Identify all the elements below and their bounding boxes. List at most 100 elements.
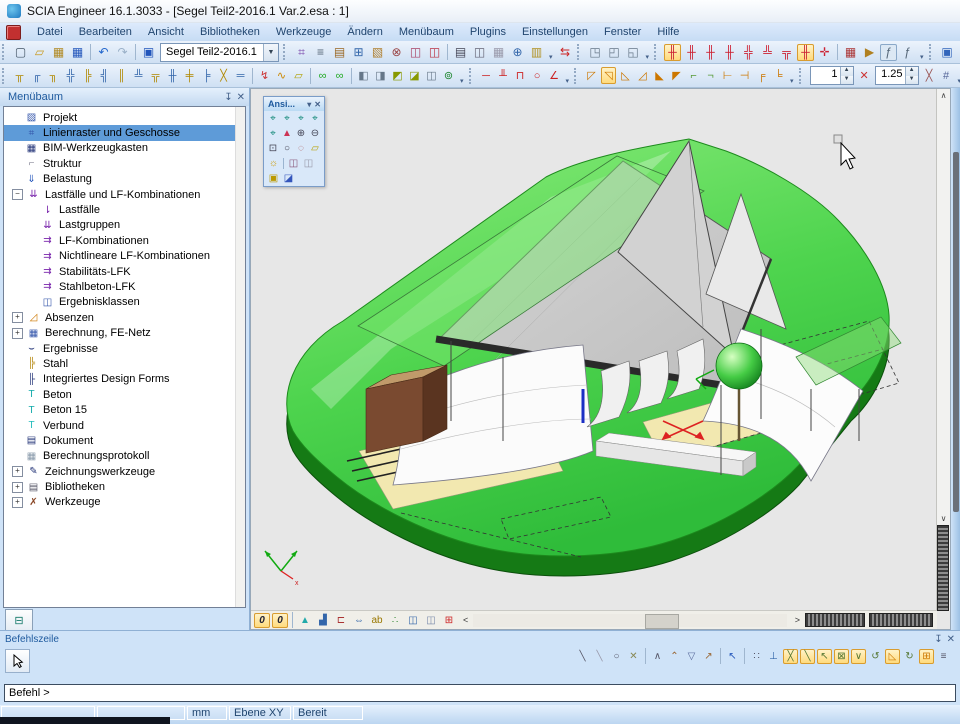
close-icon[interactable]: ✕	[947, 634, 955, 645]
menu-plugins[interactable]: Plugins	[462, 24, 514, 40]
picture-gallery-icon[interactable]: ▦	[490, 44, 507, 61]
scroll-down-icon[interactable]: ∨	[937, 512, 950, 525]
tree-item-berechnungsprotokoll[interactable]: ▦Berechnungsprotokoll	[4, 449, 245, 464]
rendering-mode-icon[interactable]: ◪	[282, 172, 295, 185]
activity-undo-icon[interactable]: ╩	[759, 44, 776, 61]
snap-intersection-icon[interactable]: ⊠	[834, 649, 849, 664]
draw-line-1-icon[interactable]: ╲	[575, 649, 590, 664]
tree-item-stahlbeton-lfk[interactable]: ⇉Stahlbeton-LFK	[4, 279, 245, 294]
save-project-as-icon[interactable]: ▦	[50, 44, 67, 61]
toolbar-grip[interactable]	[2, 68, 7, 84]
load-display-scale-icon[interactable]: ╳	[922, 67, 937, 84]
rigid-arm-icon[interactable]: ◪	[407, 67, 422, 84]
toolbar-grip[interactable]	[799, 68, 804, 84]
member-cross-icon[interactable]: ╬	[63, 67, 78, 84]
clipboard-cut-view-icon[interactable]: ◳	[587, 44, 604, 61]
tree-item-bibliotheken[interactable]: +▤Bibliotheken	[4, 479, 245, 494]
member-labels-icon[interactable]: ⊏	[333, 613, 349, 628]
tree-item-absenzen[interactable]: +◿Absenzen	[4, 310, 245, 325]
table-results-icon[interactable]: ◫	[426, 44, 443, 61]
print-preview-icon[interactable]: ◫	[471, 44, 488, 61]
tree-item-verbund[interactable]: TVerbund	[4, 418, 245, 433]
load-free-circle-icon[interactable]: ○	[530, 67, 545, 84]
activity-all-icon[interactable]: ╫	[664, 44, 681, 61]
toolbar-grip[interactable]	[574, 68, 579, 84]
tree-item-lastgruppen[interactable]: ⇊Lastgruppen	[4, 218, 245, 233]
tree-item-ergebnisse[interactable]: ⌣Ergebnisse	[4, 341, 245, 356]
hinge-end-icon[interactable]: ∞	[332, 67, 347, 84]
tree-item-berechnung-fe-netz[interactable]: +▦Berechnung, FE-Netz	[4, 325, 245, 340]
spin-up-icon[interactable]: ▲	[906, 67, 918, 76]
layer-current-a-icon[interactable]: 0	[254, 613, 270, 628]
overflow-chevron-icon[interactable]: ▾	[549, 53, 553, 63]
member-truss-icon[interactable]: ╪	[182, 67, 197, 84]
zoom-selection-icon[interactable]: ◌	[295, 142, 307, 155]
tree-item-lastfaelle-und-lf-kombinationen[interactable]: −⇊Lastfälle und LF-Kombinationen	[4, 187, 245, 202]
support-edge-2-icon[interactable]: ╘	[771, 67, 786, 84]
text-labels-icon[interactable]: ab	[369, 613, 385, 628]
save-view-params-icon[interactable]: ◫	[287, 157, 300, 170]
model-viewport[interactable]: x Ansi... ▾ ✕ ⌖⌖⌖⌖⌖▲⊕⊖⊡○◌▱☼◫◫▣◪ ∧ ∨	[250, 88, 951, 630]
tree-item-projekt[interactable]: ▨Projekt	[4, 110, 245, 125]
support-left-icon[interactable]: ⊢	[720, 67, 735, 84]
support-edge-1-icon[interactable]: ╒	[754, 67, 769, 84]
tree-item-werkzeuge[interactable]: +✗Werkzeuge	[4, 495, 245, 510]
member-column-icon[interactable]: ║	[114, 67, 129, 84]
toolbar-grip[interactable]	[654, 44, 659, 60]
chevron-down-icon[interactable]: ▾	[307, 100, 311, 109]
expander-minus-icon[interactable]: −	[12, 189, 23, 200]
menu--ndern[interactable]: Ändern	[339, 24, 390, 40]
member-arbitrary-icon[interactable]: ╣	[97, 67, 112, 84]
tree-item-zeichnungswerkzeuge[interactable]: +✎Zeichnungswerkzeuge	[4, 464, 245, 479]
new-window-model-icon[interactable]: ▣	[939, 44, 956, 61]
bim-exchange-icon[interactable]: ⇆	[557, 44, 574, 61]
layers-tool-icon[interactable]: ≡	[312, 44, 329, 61]
view-open-icon[interactable]: ▱	[309, 142, 321, 155]
view-perspective-icon[interactable]: ⌖	[267, 127, 279, 140]
line-grid-tool-icon[interactable]: ⌗	[293, 44, 310, 61]
command-input[interactable]: Befehl >	[4, 684, 956, 702]
support-surface-icon[interactable]: ◤	[669, 67, 684, 84]
clipping-box-icon[interactable]: ▣	[267, 172, 280, 185]
undo-icon[interactable]: ↶	[95, 44, 112, 61]
expander-plus-icon[interactable]: +	[12, 482, 23, 493]
overflow-chevron-icon[interactable]: ▾	[460, 77, 464, 87]
pan-stripe-horizontal-1[interactable]	[805, 613, 865, 627]
cursor-snap-settings-icon[interactable]: ↖	[725, 649, 740, 664]
expander-plus-icon[interactable]: +	[12, 328, 23, 339]
cross-sections-icon[interactable]: ⊞	[350, 44, 367, 61]
paperspace-icon[interactable]: ⊕	[509, 44, 526, 61]
print-icon[interactable]: ▤	[452, 44, 469, 61]
tree-item-stabilitaets-lfk[interactable]: ⇉Stabilitäts-LFK	[4, 264, 245, 279]
menu-ansicht[interactable]: Ansicht	[140, 24, 192, 40]
menu-fenster[interactable]: Fenster	[596, 24, 649, 40]
support-fixed-icon[interactable]: ◸	[584, 67, 599, 84]
connect-members-icon[interactable]: ◧	[356, 67, 371, 84]
member-link-icon[interactable]: ╞	[199, 67, 214, 84]
menu-men-baum[interactable]: Menübaum	[391, 24, 462, 40]
command-table-icon[interactable]: ≡	[936, 649, 951, 664]
tree-item-struktur[interactable]: ⌐Struktur	[4, 156, 245, 171]
tree-item-lf-kombinationen[interactable]: ⇉LF-Kombinationen	[4, 233, 245, 248]
snap-arc-icon[interactable]: ↻	[902, 649, 917, 664]
viewport-hscrollbar[interactable]	[473, 614, 786, 627]
snap-nearest-icon[interactable]: ↖	[817, 649, 832, 664]
snap-perpendicular-icon[interactable]: ∨	[851, 649, 866, 664]
member-diagonal-icon[interactable]: ╳	[216, 67, 231, 84]
load-line-icon[interactable]: ╨	[496, 67, 511, 84]
load-surface-icon[interactable]: ⊓	[513, 67, 528, 84]
hinged-connection-icon[interactable]: ◫	[424, 67, 439, 84]
selection-cursor-button[interactable]	[5, 649, 30, 673]
cross-link-icon[interactable]: ◩	[390, 67, 405, 84]
zoom-window-icon[interactable]: ⊡	[267, 142, 279, 155]
tree-item-bim-werkzeugkasten[interactable]: ▦BIM-Werkzeugkasten	[4, 141, 245, 156]
fe-mesh-tool-icon[interactable]: ⊗	[388, 44, 405, 61]
draw-line-2-icon[interactable]: ╲	[592, 649, 607, 664]
tree-item-linienraster-und-geschosse[interactable]: ⌗Linienraster und Geschosse	[4, 125, 245, 140]
toolbar-grip[interactable]	[469, 68, 474, 84]
scroll-left-icon[interactable]: <	[463, 615, 468, 625]
snap-arc-center-icon[interactable]: ◺	[885, 649, 900, 664]
numbering-display-icon[interactable]: #	[939, 67, 954, 84]
overflow-chevron-icon[interactable]: ▾	[646, 53, 650, 63]
activity-invert-icon[interactable]: ╫	[702, 44, 719, 61]
